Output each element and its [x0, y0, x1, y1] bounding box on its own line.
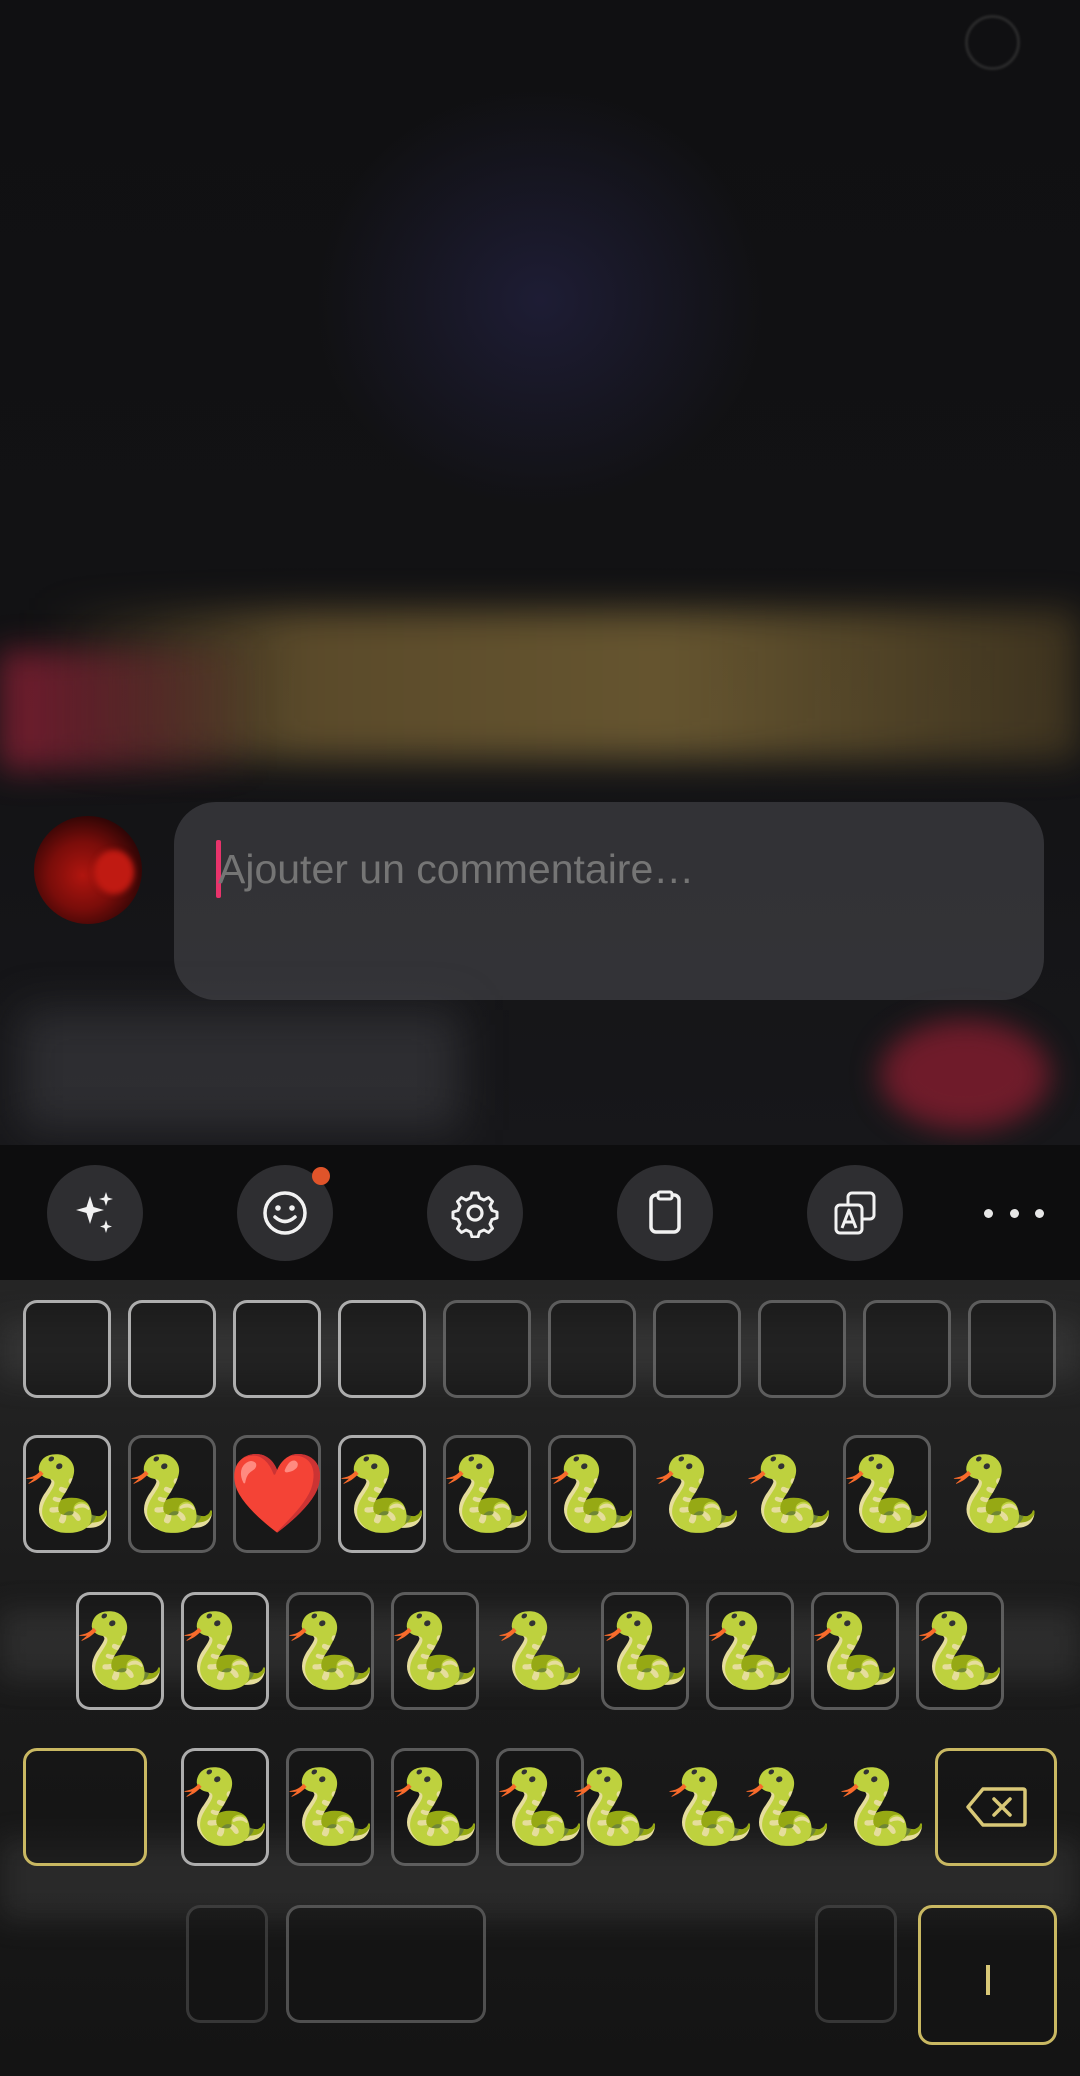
more-dot — [1009, 1208, 1019, 1218]
emoji-key[interactable]: 🐍 — [388, 1748, 482, 1866]
emoji-key[interactable]: 🐍 — [73, 1592, 167, 1710]
snake-emoji: 🐍 — [650, 1451, 744, 1537]
emoji-key[interactable]: 🐍 — [493, 1592, 587, 1710]
snake-emoji: 🐍 — [742, 1451, 836, 1537]
snake-emoji: 🐍 — [388, 1608, 482, 1694]
emoji-key[interactable]: ❤️ — [228, 1435, 326, 1553]
emoji-key[interactable]: 🐍 — [808, 1592, 902, 1710]
avatar[interactable] — [34, 816, 142, 924]
heart-emoji: ❤️ — [228, 1449, 326, 1539]
comment-box[interactable] — [174, 802, 1044, 1000]
snake-emoji: 🐍 — [73, 1608, 167, 1694]
key[interactable] — [863, 1300, 951, 1398]
snake-emoji: 🐍 — [568, 1764, 662, 1850]
snake-emoji: 🐍 — [808, 1608, 902, 1694]
key[interactable] — [128, 1300, 216, 1398]
backspace-icon — [966, 1787, 1027, 1827]
emoji-key[interactable]: 🐍 — [20, 1435, 114, 1553]
snake-emoji: 🐍 — [598, 1608, 692, 1694]
snake-emoji: 🐍 — [740, 1764, 834, 1850]
emoji-key[interactable]: 🐍 — [283, 1592, 377, 1710]
snake-emoji: 🐍 — [20, 1451, 114, 1537]
gear-icon — [451, 1191, 499, 1238]
translate-icon — [834, 1191, 876, 1235]
symbols-key[interactable] — [186, 1905, 268, 2023]
key[interactable] — [758, 1300, 846, 1398]
emoji-key[interactable]: 🐍 — [840, 1435, 934, 1553]
snake-emoji: 🐍 — [493, 1608, 587, 1694]
emoji-key[interactable]: 🐍 — [178, 1592, 272, 1710]
emoji-key[interactable]: 🐍 — [568, 1748, 662, 1866]
snake-emoji: 🐍 — [913, 1608, 1007, 1694]
backspace-key[interactable] — [935, 1748, 1057, 1866]
background-grey-streak — [20, 1010, 460, 1130]
key[interactable] — [338, 1300, 426, 1398]
more-dots-icon — [984, 1208, 993, 1218]
emoji-key[interactable]: 🐍 — [388, 1592, 482, 1710]
snake-emoji: 🐍 — [703, 1608, 797, 1694]
emoji-key[interactable]: 🐍 — [335, 1435, 429, 1553]
emoji-key[interactable]: 🐍 — [545, 1435, 639, 1553]
snake-emoji: 🐍 — [335, 1451, 429, 1537]
emoji-key[interactable]: 🐍 — [835, 1748, 929, 1866]
settings-button[interactable] — [427, 1165, 523, 1261]
clipboard-icon — [649, 1190, 681, 1234]
emoji-key[interactable]: 🐍 — [740, 1748, 834, 1866]
background-red-streak — [0, 650, 260, 770]
period-key[interactable] — [815, 1905, 897, 2023]
emoji-key[interactable]: 🐍 — [913, 1592, 1007, 1710]
snake-emoji: 🐍 — [835, 1764, 929, 1850]
key[interactable] — [653, 1300, 741, 1398]
snake-emoji: 🐍 — [283, 1608, 377, 1694]
snake-emoji: 🐍 — [948, 1451, 1042, 1537]
background-red-blob — [880, 1020, 1050, 1130]
emoji-key[interactable]: 🐍 — [650, 1435, 744, 1553]
emoji-key[interactable]: 🐍 — [945, 1435, 1045, 1553]
keyboard: 🐍 🐍 ❤️ 🐍 🐍 🐍 🐍 🐍 🐍 🐍 🐍 🐍 🐍 🐍 🐍 🐍 🐍 🐍 🐍 🐍… — [0, 1280, 1080, 2076]
emoji-key[interactable]: 🐍 — [598, 1592, 692, 1710]
enter-icon — [985, 1965, 990, 1995]
emoji-key[interactable]: 🐍 — [283, 1748, 377, 1866]
emoji-key[interactable]: 🐍 — [125, 1435, 219, 1553]
ai-sparkle-button[interactable] — [47, 1165, 143, 1261]
key[interactable] — [23, 1300, 111, 1398]
emoji-key[interactable]: 🐍 — [703, 1592, 797, 1710]
snake-emoji: 🐍 — [545, 1451, 639, 1537]
comment-input[interactable] — [218, 844, 998, 894]
sparkles-icon — [76, 1192, 113, 1233]
more-button[interactable] — [984, 1193, 1044, 1233]
smiley-icon — [263, 1191, 307, 1235]
snake-emoji: 🐍 — [840, 1451, 934, 1537]
snake-emoji: 🐍 — [440, 1451, 534, 1537]
snake-emoji: 🐍 — [388, 1764, 482, 1850]
snake-emoji: 🐍 — [178, 1608, 272, 1694]
snake-emoji: 🐍 — [178, 1764, 272, 1850]
top-circle-shape — [965, 15, 1020, 70]
space-key[interactable] — [286, 1905, 486, 2023]
more-dot — [1035, 1208, 1044, 1218]
snake-emoji: 🐍 — [283, 1764, 377, 1850]
emoji-key[interactable]: 🐍 — [178, 1748, 272, 1866]
key[interactable] — [968, 1300, 1056, 1398]
emoji-key[interactable]: 🐍 — [440, 1435, 534, 1553]
clipboard-button[interactable] — [617, 1165, 713, 1261]
key[interactable] — [443, 1300, 531, 1398]
shift-key[interactable] — [23, 1748, 147, 1866]
emoji-key[interactable]: 🐍 — [742, 1435, 836, 1553]
emoji-notification-dot — [312, 1167, 330, 1185]
key[interactable] — [548, 1300, 636, 1398]
translate-button[interactable] — [807, 1165, 903, 1261]
snake-emoji: 🐍 — [125, 1451, 219, 1537]
keyboard-toolbar — [0, 1145, 1080, 1280]
enter-key[interactable] — [918, 1905, 1057, 2045]
key[interactable] — [233, 1300, 321, 1398]
